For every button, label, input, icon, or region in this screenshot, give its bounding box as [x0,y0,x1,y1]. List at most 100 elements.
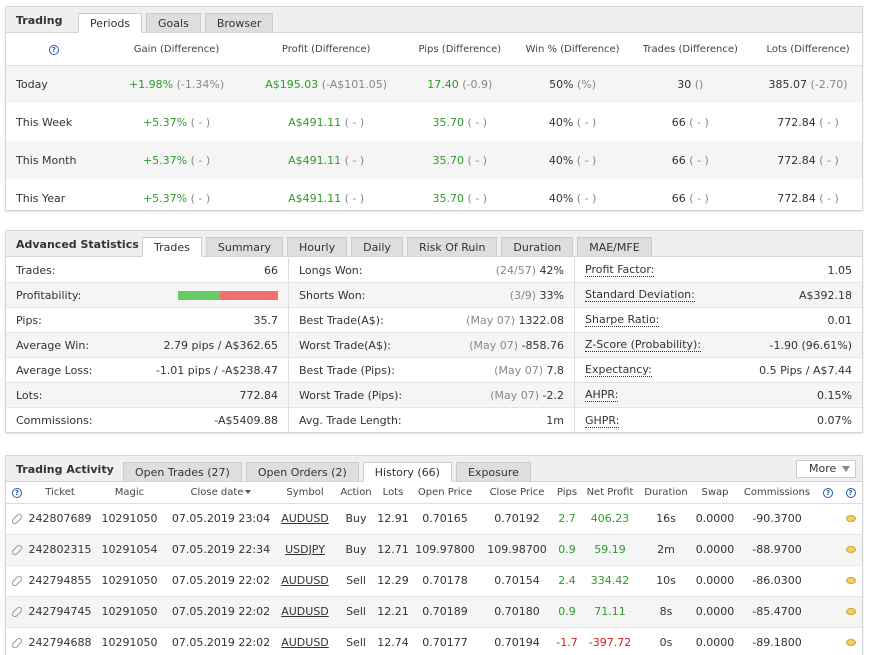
cell-symbol[interactable]: AUDUSD [275,596,335,628]
column-header-commissions[interactable]: Commissions [737,483,817,504]
tab-exposure[interactable]: Exposure [455,462,531,482]
trades-difference: ( - ) [689,115,709,129]
spacer-cell [817,627,839,655]
statistics-columns: Trades: 66 Profitability: Pips: 35.7 Average … [6,258,862,433]
paperclip-icon[interactable] [10,605,24,619]
paperclip-icon[interactable] [10,543,24,557]
column-header-magic[interactable]: Magic [92,483,167,504]
column-header-open-price[interactable]: Open Price [409,483,481,504]
cell-duration: 0s [639,627,693,655]
help-icon[interactable]: ? [845,488,856,499]
stat-value: 1322.08 [518,313,565,327]
more-dropdown[interactable]: More [796,460,856,478]
cell-lots: 12.29 [377,565,409,597]
column-header-pips[interactable]: Pips [553,483,581,504]
column-header-close-date[interactable]: Close date [167,483,275,504]
tab-open-trades[interactable]: Open Trades (27) [123,462,242,482]
cell-symbol[interactable]: AUDUSD [275,627,335,655]
cell-close: 109.98700 [481,534,553,566]
help-icon[interactable]: ? [823,488,833,499]
cell-open: 0.70165 [409,503,481,535]
column-header-ticket[interactable]: Ticket [28,483,92,504]
stat-value: 0.07% [817,414,852,427]
stat-value-wrap: (May 07) 1322.08 [466,314,564,327]
comment-icon[interactable] [845,577,856,584]
tab-browser[interactable]: Browser [204,13,274,33]
paperclip-icon[interactable] [10,512,24,526]
tab-summary[interactable]: Summary [205,237,284,257]
cell-trades: 66 ( - ) [626,141,755,179]
stat-label[interactable]: Z-Score (Probability): [585,338,702,352]
column-header-symbol[interactable]: Symbol [275,483,335,504]
advanced-statistics-title: Advanced Statistics [16,238,139,251]
stat-value-wrap: 2.79 pips / A$362.65 [164,339,278,352]
stat-label[interactable]: Sharpe Ratio: [585,313,660,327]
stat-value-wrap: 1m [546,414,564,427]
column-header-gain[interactable]: Gain (Difference) [101,34,252,66]
tab-risk-of-ruin[interactable]: Risk Of Ruin [406,237,498,257]
column-header-duration[interactable]: Duration [639,483,693,504]
stat-label[interactable]: AHPR: [585,388,619,402]
stat-value: -2.2 [542,388,564,402]
cell-symbol[interactable]: AUDUSD [275,565,335,597]
tab-history[interactable]: History (66) [362,462,452,482]
cell-ticket: 242807689 [28,503,92,535]
paperclip-icon[interactable] [10,574,24,588]
cell-magic: 10291050 [92,627,167,655]
cell-symbol[interactable]: AUDUSD [275,503,335,535]
column-header-trades[interactable]: Trades (Difference) [626,34,755,66]
tab-hourly[interactable]: Hourly [287,237,348,257]
column-header-profit[interactable]: Profit (Difference) [251,34,401,66]
table-row[interactable]: 242807689 10291050 07.05.2019 23:04 AUDUSD B… [6,503,862,535]
help-icon[interactable]: ? [48,44,59,55]
stat-label[interactable]: GHPR: [585,414,620,428]
trades-value: 66 [671,191,686,205]
cell-ticket: 242794745 [28,596,92,628]
column-header-swap[interactable]: Swap [693,483,737,504]
stat-value-wrap: 772.84 [240,389,279,402]
column-header-action[interactable]: Action [335,483,377,504]
comment-icon[interactable] [845,515,856,522]
comment-icon[interactable] [845,639,856,646]
stat-label[interactable]: Profit Factor: [585,263,655,277]
gain-value: +5.37% [142,191,188,205]
help-icon[interactable]: ? [12,488,22,499]
table-row[interactable]: 242794855 10291050 07.05.2019 22:02 AUDUSD S… [6,565,862,597]
lots-value: 772.84 [777,153,816,167]
period-label: This Year [16,191,66,205]
tab-trades[interactable]: Trades [142,237,202,257]
stat-label[interactable]: Expectancy: [585,363,652,377]
cell-close: 0.70180 [481,596,553,628]
stat-label[interactable]: Standard Deviation: [585,288,695,302]
column-header-pips[interactable]: Pips (Difference) [400,34,519,66]
table-row[interactable]: 242802315 10291054 07.05.2019 22:34 USDJPY B… [6,534,862,566]
paperclip-icon[interactable] [10,636,24,650]
tab-periods[interactable]: Periods [78,13,143,33]
stat-value-wrap: -1.01 pips / -A$238.47 [156,364,278,377]
comment-icon[interactable] [845,546,856,553]
gain-value: +5.37% [142,115,188,129]
tab-duration[interactable]: Duration [501,237,574,257]
cell-lots: 772.84 ( - ) [754,103,862,141]
table-row[interactable]: 242794688 10291050 07.05.2019 22:02 AUDUSD S… [6,627,862,655]
column-header-close-price[interactable]: Close Price [481,483,553,504]
tab-mae-mfe[interactable]: MAE/MFE [577,237,652,257]
cell-action: Sell [335,565,377,597]
stat-row: Pips: 35.7 [6,308,288,333]
comment-icon[interactable] [845,608,856,615]
table-row[interactable]: 242794745 10291050 07.05.2019 22:02 AUDUSD S… [6,596,862,628]
trades-value: 66 [671,115,686,129]
stat-value-wrap: 66 [264,264,278,277]
column-header-net-profit[interactable]: Net Profit [581,483,639,504]
column-header-lots[interactable]: Lots (Difference) [754,34,862,66]
table-row: This Month +5.37% ( - ) A$491.11 ( - ) 35.7… [6,141,862,179]
tab-daily[interactable]: Daily [351,237,403,257]
tab-goals[interactable]: Goals [146,13,201,33]
trades-value: 30 [677,77,692,91]
stat-value: 1m [546,414,564,427]
cell-symbol[interactable]: USDJPY [275,534,335,566]
column-header-lots[interactable]: Lots [377,483,409,504]
cell-pips: 0.9 [553,596,581,628]
column-header-win[interactable]: Win % (Difference) [518,34,627,66]
tab-open-orders[interactable]: Open Orders (2) [245,462,359,482]
